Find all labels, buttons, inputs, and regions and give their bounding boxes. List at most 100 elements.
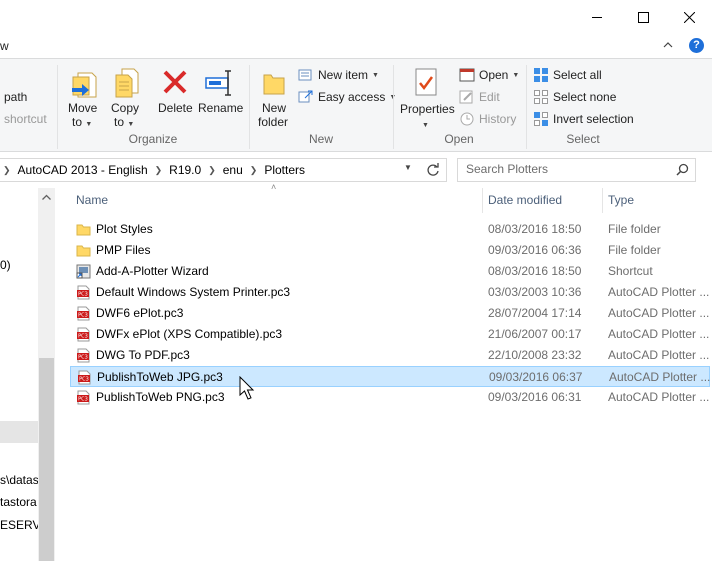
properties-label: Properties (400, 102, 455, 116)
history-button[interactable]: History (459, 109, 516, 129)
file-row[interactable]: PC3 Default Windows System Printer.pc3 03/… (70, 282, 710, 303)
paste-shortcut-label[interactable]: shortcut (4, 112, 47, 126)
maximize-button[interactable] (620, 0, 666, 34)
pc3-file-icon: PC3 (77, 306, 90, 321)
file-type: Shortcut (608, 264, 653, 278)
file-type: File folder (608, 222, 661, 236)
file-name: PublishToWeb PNG.pc3 (96, 390, 225, 404)
column-header-date[interactable]: Date modified (482, 188, 602, 213)
delete-button[interactable]: Delete (154, 65, 196, 121)
file-date-modified: 03/03/2003 10:36 (488, 285, 582, 299)
file-date-modified: 09/03/2016 06:37 (489, 370, 583, 384)
file-date-modified: 22/10/2008 23:32 (488, 348, 582, 362)
breadcrumb-item[interactable]: AutoCAD 2013 - English (14, 163, 152, 177)
nav-item-partial[interactable]: s\datas (0, 473, 39, 487)
file-name: Plot Styles (96, 222, 153, 236)
new-folder-label-2: folder (258, 115, 289, 129)
file-name: PMP Files (96, 243, 151, 257)
history-icon (460, 112, 474, 126)
file-row[interactable]: PC3 DWF6 ePlot.pc3 28/07/2004 17:14 AutoCAD… (70, 303, 710, 324)
breadcrumb-item[interactable]: enu (219, 163, 247, 177)
open-button[interactable]: Open ▼ (459, 65, 519, 85)
select-none-button[interactable]: Select none (533, 87, 616, 107)
chevron-up-icon[interactable] (663, 41, 673, 49)
file-row[interactable]: PMP Files 09/03/2016 06:36 File folder (70, 240, 710, 261)
file-type: AutoCAD Plotter ... (609, 370, 711, 384)
file-type: AutoCAD Plotter ... (608, 306, 710, 320)
new-item-icon (298, 69, 312, 81)
delete-icon (163, 70, 187, 94)
breadcrumb-item[interactable]: R19.0 (165, 163, 205, 177)
chevron-right-icon[interactable]: ❯ (152, 165, 166, 176)
nav-scrollbar-thumb[interactable] (39, 358, 54, 561)
file-type: AutoCAD Plotter ... (608, 285, 710, 299)
move-to-icon (72, 72, 97, 98)
rename-icon (205, 70, 231, 96)
move-to-button[interactable]: Move to ▼ (64, 65, 102, 135)
ribbon-tab-partial[interactable]: w (0, 39, 9, 53)
invert-selection-icon (534, 112, 548, 126)
close-icon (683, 11, 695, 23)
copy-to-button[interactable]: Copy to ▼ (106, 65, 144, 135)
refresh-icon[interactable] (426, 163, 440, 177)
easy-access-label: Easy access (318, 90, 386, 104)
invert-selection-button[interactable]: Invert selection (533, 109, 634, 129)
breadcrumb-item[interactable]: Plotters (260, 163, 309, 177)
address-dropdown-icon[interactable]: ▼ (404, 163, 412, 172)
new-folder-button[interactable]: New folder (254, 65, 294, 135)
file-date-modified: 08/03/2016 18:50 (488, 264, 582, 278)
address-bar[interactable]: ❯ AutoCAD 2013 - English ❯ R19.0 ❯ enu ❯… (0, 158, 447, 182)
nav-item-partial[interactable]: tastora (0, 495, 37, 509)
nav-item-selected[interactable] (0, 421, 38, 443)
file-name: Default Windows System Printer.pc3 (96, 285, 291, 299)
properties-button[interactable]: Properties ▼ (397, 65, 455, 135)
copy-path-label[interactable]: path (4, 90, 27, 104)
svg-text:PC3: PC3 (78, 292, 88, 298)
file-row[interactable]: PC3 DWG To PDF.pc3 22/10/2008 23:32 AutoCAD… (70, 345, 710, 366)
properties-icon (415, 68, 437, 96)
chevron-right-icon[interactable]: ❯ (247, 165, 261, 176)
column-header-name[interactable]: Name (70, 188, 482, 213)
svg-text:PC3: PC3 (78, 355, 88, 361)
column-header-type[interactable]: Type (602, 188, 712, 213)
edit-button[interactable]: Edit (459, 87, 500, 107)
pc3-file-icon: PC3 (77, 327, 90, 342)
minimize-button[interactable] (574, 0, 620, 34)
ribbon: path shortcut Move to ▼ Copy to ▼ Delete… (0, 58, 712, 152)
edit-icon (459, 90, 473, 104)
dropdown-arrow-icon: ▼ (85, 121, 93, 128)
help-icon[interactable]: ? (689, 38, 704, 53)
column-header-row: ˄ Name Date modified Type (55, 182, 712, 213)
folder-icon (76, 245, 91, 257)
file-date-modified: 21/06/2007 00:17 (488, 327, 582, 341)
scroll-up-icon[interactable] (42, 194, 51, 200)
file-row[interactable]: Plot Styles 08/03/2016 18:50 File folder (70, 219, 710, 240)
file-date-modified: 08/03/2016 18:50 (488, 222, 582, 236)
file-row[interactable]: PC3 PublishToWeb JPG.pc3 09/03/2016 06:37 A… (70, 366, 710, 387)
search-input[interactable] (458, 159, 666, 179)
pc3-file-icon: PC3 (78, 370, 91, 385)
file-name: DWF6 ePlot.pc3 (96, 306, 184, 320)
select-none-label: Select none (553, 90, 617, 104)
nav-item-partial[interactable]: 0) (0, 258, 11, 272)
file-row[interactable]: Add-A-Plotter Wizard 08/03/2016 18:50 Shor… (70, 261, 710, 282)
chevron-right-icon[interactable]: ❯ (205, 165, 219, 176)
select-all-button[interactable]: Select all (533, 65, 602, 85)
rename-label: Rename (198, 101, 244, 115)
close-button[interactable] (666, 0, 712, 34)
move-to-label: Move (68, 101, 98, 115)
minimize-icon (592, 16, 602, 18)
easy-access-button[interactable]: Easy access ▼ (298, 87, 396, 107)
svg-text:PC3: PC3 (78, 313, 88, 319)
select-all-icon (534, 68, 548, 82)
copy-to-icon (115, 68, 139, 98)
new-item-label: New item (318, 68, 369, 82)
search-icon[interactable] (676, 163, 689, 176)
file-row[interactable]: PC3 DWFx ePlot (XPS Compatible).pc3 21/06/… (70, 324, 710, 345)
rename-button[interactable]: Rename (196, 65, 244, 121)
file-row[interactable]: PC3 PublishToWeb PNG.pc3 09/03/2016 06:31 A… (70, 387, 710, 408)
new-item-button[interactable]: New item ▼ (298, 65, 379, 85)
dropdown-arrow-icon: ▼ (422, 122, 429, 129)
pc3-file-icon: PC3 (77, 348, 90, 363)
file-date-modified: 28/07/2004 17:14 (488, 306, 582, 320)
